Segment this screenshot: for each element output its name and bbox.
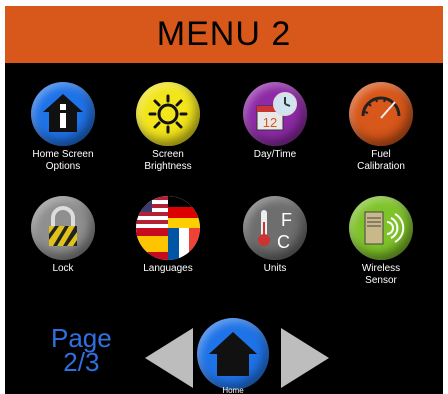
lock-button[interactable]: Lock xyxy=(15,196,111,275)
fuel-calibration-button[interactable]: Fuel Calibration xyxy=(333,82,429,173)
units-label: Units xyxy=(263,263,287,274)
device-screen: MENU 2 Home Screen Options Screen Bright… xyxy=(5,6,443,394)
right-arrow-icon[interactable] xyxy=(281,328,329,388)
svg-text:F: F xyxy=(281,210,292,230)
wireless-sensor-icon xyxy=(349,196,413,260)
wireless-sensor-button[interactable]: Wireless Sensor xyxy=(333,196,429,287)
lock-label: Lock xyxy=(52,263,74,274)
menu-title: MENU 2 xyxy=(156,15,292,53)
home-screen-options-label: Home Screen Options xyxy=(32,149,94,172)
svg-text:12: 12 xyxy=(263,115,277,130)
svg-text:C: C xyxy=(277,232,290,252)
languages-label: Languages xyxy=(143,263,193,274)
menu-header: MENU 2 xyxy=(5,6,443,63)
home-label: Home xyxy=(222,386,244,394)
wireless-sensor-label: Wireless Sensor xyxy=(361,263,401,286)
day-time-label: Day/Time xyxy=(253,149,297,160)
home-icon xyxy=(209,332,257,376)
page-indicator: Page 2/3 xyxy=(51,323,112,377)
home-screen-options-button[interactable]: Home Screen Options xyxy=(15,82,111,173)
padlock-icon xyxy=(31,196,95,260)
screen-brightness-label: Screen Brightness xyxy=(144,149,192,172)
gauge-icon xyxy=(349,82,413,146)
calendar-clock-icon: 12 xyxy=(243,82,307,146)
home-info-icon xyxy=(31,82,95,146)
units-button[interactable]: F C Units xyxy=(227,196,323,275)
home-button[interactable] xyxy=(197,318,269,390)
thermometer-units-icon: F C xyxy=(243,196,307,260)
page-indicator-text: Page 2/3 xyxy=(51,323,112,377)
flags-icon xyxy=(136,196,200,260)
languages-button[interactable]: Languages xyxy=(120,196,216,275)
screen-brightness-button[interactable]: Screen Brightness xyxy=(120,82,216,173)
day-time-button[interactable]: 12 Day/Time xyxy=(227,82,323,161)
left-arrow-icon[interactable] xyxy=(145,328,193,388)
fuel-calibration-label: Fuel Calibration xyxy=(357,149,405,172)
sun-icon xyxy=(136,82,200,146)
